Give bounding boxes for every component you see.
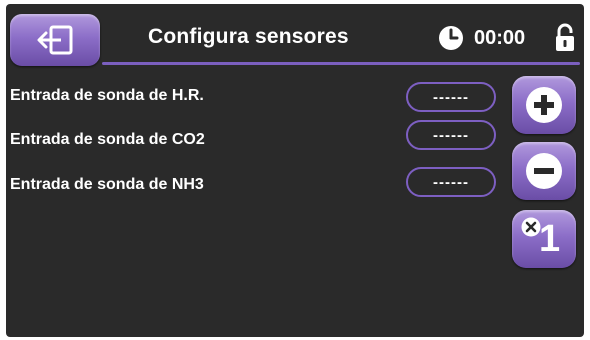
multiply-icon: [521, 217, 541, 237]
plus-icon: [526, 87, 562, 123]
multiplier-glyph: 1: [517, 215, 571, 263]
title-divider: [102, 62, 580, 65]
back-button[interactable]: [10, 14, 100, 66]
clock-icon: [439, 26, 463, 50]
sensor-value-co2[interactable]: ------: [406, 120, 496, 150]
title-bar: Configura sensores 00:00: [102, 16, 580, 65]
sensor-value-nh3[interactable]: ------: [406, 167, 496, 197]
page-title: Configura sensores: [148, 25, 349, 48]
screen: Configura sensores 00:00 Entrada de sond…: [6, 4, 584, 337]
clock-time: 00:00: [474, 27, 526, 49]
sensor-label-hr: Entrada de sonda de H.R.: [10, 87, 204, 104]
increase-button[interactable]: [512, 76, 576, 134]
exit-door-arrow-icon: [37, 25, 73, 55]
sensor-label-nh3: Entrada de sonda de NH3: [10, 176, 204, 193]
unlocked-padlock-icon[interactable]: [554, 23, 576, 53]
multiplier-value: 1: [539, 218, 561, 260]
decrease-button[interactable]: [512, 142, 576, 200]
sensor-label-co2: Entrada de sonda de CO2: [10, 131, 205, 148]
minus-icon: [526, 153, 562, 189]
sensor-value-hr[interactable]: ------: [406, 82, 496, 112]
step-multiplier-button[interactable]: 1: [512, 210, 576, 268]
